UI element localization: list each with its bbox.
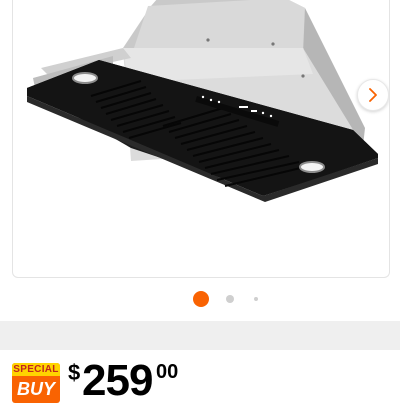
pagination-dot[interactable] xyxy=(226,295,234,303)
chevron-right-icon xyxy=(369,88,377,102)
product-image-gallery[interactable] xyxy=(12,0,390,278)
price-currency: $ xyxy=(68,360,81,385)
price-dollars: 259 xyxy=(82,356,153,405)
price-section: SPECIAL BUY $ 259 00 xyxy=(0,350,400,404)
product-image[interactable] xyxy=(13,0,389,276)
next-image-button[interactable] xyxy=(357,79,389,111)
badge-label-top: SPECIAL xyxy=(12,363,60,376)
badge-label-bottom: BUY xyxy=(16,379,55,399)
section-divider xyxy=(0,321,400,350)
special-buy-badge: SPECIAL BUY xyxy=(12,363,60,403)
pagination-dot-active[interactable] xyxy=(193,291,209,307)
carousel-pagination xyxy=(0,289,400,309)
pagination-dot[interactable] xyxy=(254,297,258,301)
price-cents: 00 xyxy=(156,361,179,383)
